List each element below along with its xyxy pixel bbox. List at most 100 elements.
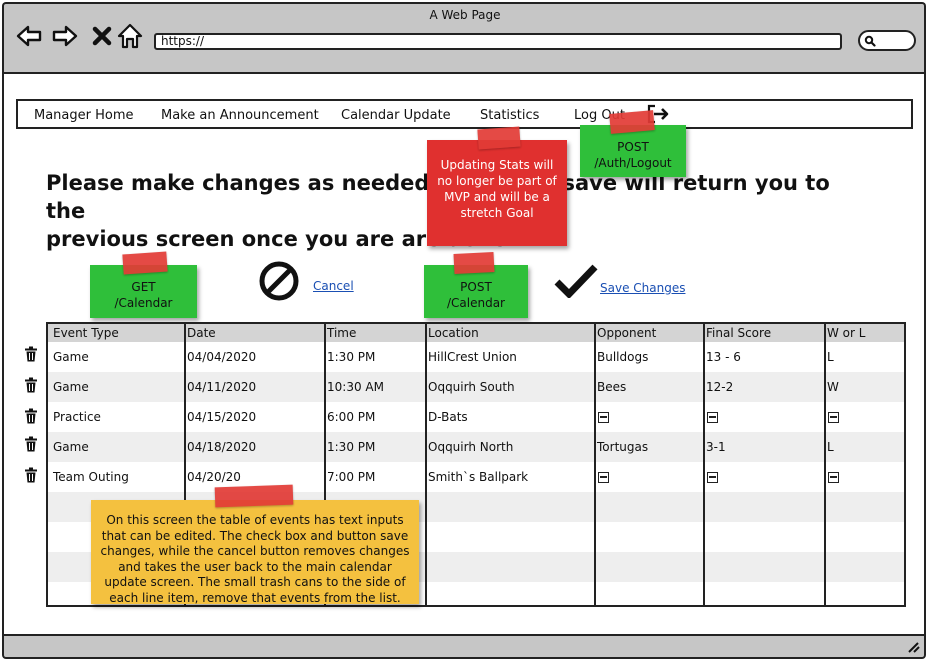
trash-icon[interactable] [24, 377, 38, 393]
save-changes-button[interactable]: Save Changes [600, 281, 685, 295]
note-post-calendar-path: /Calendar [446, 296, 505, 310]
chrome-divider [2, 72, 926, 74]
cell-event-type[interactable]: Practice [53, 410, 101, 424]
note-tape [453, 251, 495, 275]
table-header-row: Event Type Date Time Location Opponent F… [48, 324, 904, 342]
cell-time[interactable]: 6:00 PM [327, 410, 375, 424]
url-input[interactable]: https:// [154, 33, 842, 50]
col-final-score: Final Score [706, 326, 772, 340]
empty-box-icon [598, 412, 609, 423]
cell-date[interactable]: 04/11/2020 [187, 380, 256, 394]
cell-final-score[interactable]: 12-2 [706, 380, 733, 394]
note-stats-mvp: Updating Stats will no longer be part of… [427, 140, 567, 246]
empty-box-icon [828, 472, 839, 483]
cell-location[interactable]: HillCrest Union [428, 350, 517, 364]
cell-w-or-l-empty[interactable] [828, 471, 839, 485]
empty-box-icon [598, 472, 609, 483]
no-entry-icon[interactable] [258, 260, 300, 302]
cell-location[interactable]: Smith`s Ballpark [428, 470, 528, 484]
browser-search-box[interactable] [858, 30, 916, 51]
cell-opponent[interactable]: Bees [597, 380, 626, 394]
note-stats-mvp-text: Updating Stats will no longer be part of… [437, 158, 557, 220]
cell-location[interactable]: Oqquirh South [428, 380, 515, 394]
col-w-or-l: W or L [827, 326, 866, 340]
note-post-calendar-method: POST [460, 280, 492, 294]
cancel-button[interactable]: Cancel [313, 279, 354, 293]
note-tape [122, 251, 168, 275]
trash-icon[interactable] [24, 408, 38, 424]
nav-statistics[interactable]: Statistics [480, 108, 539, 123]
col-event-type: Event Type [53, 326, 119, 340]
cell-event-type[interactable]: Game [53, 440, 89, 454]
cell-date[interactable]: 04/04/2020 [187, 350, 256, 364]
nav-make-announcement[interactable]: Make an Announcement [161, 108, 319, 123]
table-row: Game 04/04/2020 1:30 PM HillCrest Union … [48, 342, 904, 372]
cell-opponent-empty[interactable] [598, 411, 609, 425]
window-title: A Web Page [429, 8, 501, 22]
note-tape [609, 110, 655, 134]
cell-time[interactable]: 1:30 PM [327, 350, 375, 364]
column-divider [824, 324, 826, 605]
main-nav: Manager Home Make an Announcement Calend… [16, 99, 913, 129]
cell-final-score-empty[interactable] [707, 471, 718, 485]
col-location: Location [428, 326, 479, 340]
note-post-logout-path: /Auth/Logout [594, 156, 672, 170]
note-tape [214, 484, 294, 508]
arrow-left-icon[interactable] [15, 22, 43, 50]
window-border-left [2, 72, 4, 634]
note-post-logout-method: POST [617, 140, 649, 154]
cell-opponent[interactable]: Tortugas [597, 440, 648, 454]
cell-location[interactable]: D-Bats [428, 410, 468, 424]
cell-event-type[interactable]: Game [53, 350, 89, 364]
cell-time[interactable]: 10:30 AM [327, 380, 384, 394]
window-border-right [924, 72, 926, 634]
table-row: Practice 04/15/2020 6:00 PM D-Bats [48, 402, 904, 432]
trash-icon[interactable] [24, 467, 38, 483]
note-tape [477, 126, 521, 150]
cell-w-or-l[interactable]: W [827, 380, 839, 394]
cell-time[interactable]: 1:30 PM [327, 440, 375, 454]
cell-final-score-empty[interactable] [707, 411, 718, 425]
table-row: Game 04/18/2020 1:30 PM Oqquirh North To… [48, 432, 904, 462]
arrow-right-icon[interactable] [51, 22, 79, 50]
trash-icon[interactable] [24, 436, 38, 452]
column-divider [703, 324, 705, 605]
cell-final-score[interactable]: 13 - 6 [706, 350, 741, 364]
note-post-logout: POST /Auth/Logout [580, 125, 686, 177]
empty-box-icon [707, 412, 718, 423]
search-icon [864, 35, 876, 47]
cell-time[interactable]: 7:00 PM [327, 470, 375, 484]
empty-box-icon [828, 412, 839, 423]
cell-opponent-empty[interactable] [598, 471, 609, 485]
note-get-calendar-method: GET [131, 280, 156, 294]
cell-opponent[interactable]: Bulldogs [597, 350, 648, 364]
note-screen-info-text: On this screen the table of events has t… [100, 513, 410, 605]
cell-date[interactable]: 04/18/2020 [187, 440, 256, 454]
col-date: Date [187, 326, 216, 340]
nav-manager-home[interactable]: Manager Home [34, 108, 134, 123]
empty-box-icon [707, 472, 718, 483]
cell-w-or-l-empty[interactable] [828, 411, 839, 425]
note-screen-info: On this screen the table of events has t… [91, 500, 419, 605]
cell-location[interactable]: Oqquirh North [428, 440, 513, 454]
cell-date[interactable]: 04/20/20 [187, 470, 241, 484]
cell-event-type[interactable]: Team Outing [53, 470, 129, 484]
column-divider [594, 324, 596, 605]
home-icon[interactable] [116, 22, 144, 50]
cell-w-or-l[interactable]: L [827, 440, 834, 454]
col-opponent: Opponent [597, 326, 657, 340]
table-row: Game 04/11/2020 10:30 AM Oqquirh South B… [48, 372, 904, 402]
cell-date[interactable]: 04/15/2020 [187, 410, 256, 424]
checkmark-icon[interactable] [554, 264, 598, 298]
cell-w-or-l[interactable]: L [827, 350, 834, 364]
column-divider [425, 324, 427, 605]
note-get-calendar-path: /Calendar [114, 296, 173, 310]
trash-icon[interactable] [24, 346, 38, 362]
resize-grip-icon[interactable] [906, 641, 920, 653]
cell-event-type[interactable]: Game [53, 380, 89, 394]
nav-calendar-update[interactable]: Calendar Update [341, 108, 451, 123]
close-icon[interactable] [88, 22, 116, 50]
cell-final-score[interactable]: 3-1 [706, 440, 726, 454]
col-time: Time [327, 326, 357, 340]
note-post-calendar: POST /Calendar [424, 265, 528, 318]
